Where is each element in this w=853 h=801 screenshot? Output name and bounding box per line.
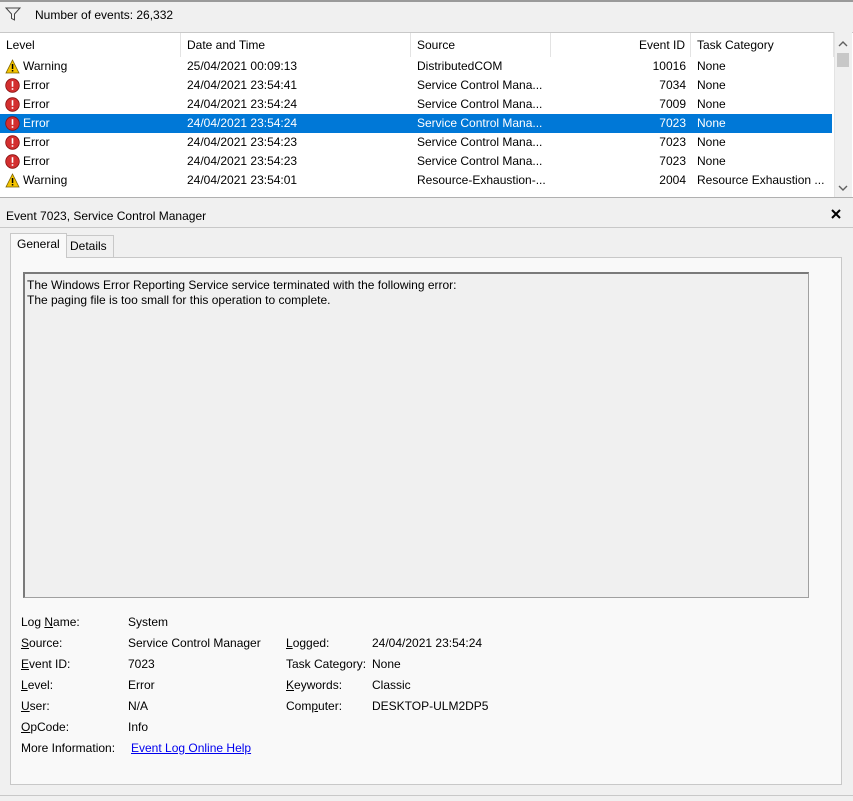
source-label: Source: (21, 636, 63, 650)
level-cell: Error (23, 135, 50, 149)
source-cell: Service Control Mana... (417, 116, 543, 130)
level-cell: Error (23, 154, 50, 168)
column-header-task-category[interactable]: Task Category (691, 33, 834, 57)
logged-label: Logged: (286, 636, 330, 650)
source-cell: Resource-Exhaustion-... (417, 173, 546, 187)
date-cell: 24/04/2021 23:54:24 (187, 97, 298, 111)
table-row[interactable]: Warning 24/04/2021 23:54:01 Resource-Exhau… (0, 171, 832, 190)
detail-title: Event 7023, Service Control Manager (6, 209, 207, 223)
tab-general[interactable]: General (10, 233, 67, 258)
warning-icon (5, 59, 20, 74)
level-cell: Warning (23, 59, 68, 73)
error-icon (5, 78, 20, 93)
level-label: Level: (21, 678, 54, 692)
column-header-source[interactable]: Source (411, 33, 551, 57)
scrollbar-thumb[interactable] (837, 53, 849, 67)
table-row[interactable]: Error 24/04/2021 23:54:24 Service Control … (0, 114, 832, 133)
log-name-value: System (128, 615, 169, 629)
event-id-cell: 7009 (659, 97, 686, 111)
event-description[interactable]: The Windows Error Reporting Service serv… (23, 272, 809, 598)
table-row[interactable]: Error 24/04/2021 23:54:23 Service Control … (0, 152, 832, 171)
computer-value: DESKTOP-ULM2DP5 (372, 699, 489, 713)
task-category-cell: None (697, 154, 726, 168)
task-category-cell: None (697, 135, 726, 149)
close-icon[interactable] (829, 207, 843, 221)
event-count-label: Number of events: 26,332 (35, 8, 174, 22)
event-id-cell: 7023 (659, 154, 686, 168)
column-header-date-time[interactable]: Date and Time (181, 33, 411, 57)
column-header-level[interactable]: Level (0, 33, 181, 57)
date-cell: 24/04/2021 23:54:41 (187, 78, 298, 92)
date-cell: 25/04/2021 00:09:13 (187, 59, 298, 73)
logged-value: 24/04/2021 23:54:24 (372, 636, 483, 650)
keywords-value: Classic (372, 678, 411, 692)
task-category-cell: Resource Exhaustion ... (697, 173, 825, 187)
table-row[interactable]: Error 24/04/2021 23:54:41 Service Control … (0, 76, 832, 95)
task-category-cell: None (697, 97, 726, 111)
keywords-label: Keywords: (286, 678, 343, 692)
more-info-label: More Information: (21, 741, 116, 755)
table-row[interactable]: Error 24/04/2021 23:54:24 Service Control … (0, 95, 832, 114)
date-cell: 24/04/2021 23:54:23 (187, 154, 298, 168)
events-table[interactable]: Level Date and Time Source Event ID Task… (0, 32, 853, 197)
status-bar (0, 795, 853, 801)
error-icon (5, 97, 20, 112)
level-cell: Error (23, 78, 50, 92)
level-value: Error (128, 678, 155, 692)
task-category-label: Task Category: (286, 657, 367, 671)
error-icon (5, 135, 20, 150)
source-cell: Service Control Mana... (417, 154, 543, 168)
source-cell: Service Control Mana... (417, 97, 543, 111)
pane-splitter[interactable] (0, 197, 853, 205)
warning-icon (5, 173, 20, 188)
user-label: User: (21, 699, 50, 713)
level-cell: Error (23, 116, 50, 130)
source-cell: DistributedCOM (417, 59, 503, 73)
task-category-value: None (372, 657, 401, 671)
level-cell: Error (23, 97, 50, 111)
task-category-cell: None (697, 116, 726, 130)
event-id-cell: 7023 (659, 116, 686, 130)
event-id-value: 7023 (128, 657, 155, 671)
date-cell: 24/04/2021 23:54:01 (187, 173, 298, 187)
table-row[interactable]: Error 24/04/2021 23:54:23 Service Control … (0, 133, 832, 152)
level-cell: Warning (23, 173, 68, 187)
source-value: Service Control Manager (128, 636, 261, 650)
scroll-down-icon[interactable] (834, 180, 852, 196)
error-icon (5, 116, 20, 131)
log-name-label: Log Name: (21, 615, 80, 629)
computer-label: Computer: (286, 699, 343, 713)
description-line: The Windows Error Reporting Service serv… (27, 278, 457, 292)
event-id-cell: 2004 (659, 173, 686, 187)
tab-details[interactable]: Details (63, 235, 114, 257)
event-id-label: Event ID: (21, 657, 71, 671)
description-line: The paging file is too small for this op… (27, 293, 331, 307)
error-icon (5, 154, 20, 169)
source-cell: Service Control Mana... (417, 78, 543, 92)
table-row[interactable]: Warning 25/04/2021 00:09:13 DistributedCOM… (0, 57, 832, 76)
column-header-event-id[interactable]: Event ID (551, 33, 691, 57)
source-cell: Service Control Mana... (417, 135, 543, 149)
opcode-label: OpCode: (21, 720, 70, 734)
event-log-online-help-link[interactable]: Event Log Online Help (131, 741, 251, 755)
opcode-value: Info (128, 720, 149, 734)
event-id-cell: 10016 (652, 59, 686, 73)
task-category-cell: None (697, 78, 726, 92)
filter-icon[interactable] (5, 7, 21, 21)
scroll-up-icon[interactable] (834, 36, 852, 52)
divider (0, 227, 853, 228)
date-cell: 24/04/2021 23:54:24 (187, 116, 298, 130)
user-value: N/A (128, 699, 149, 713)
event-id-cell: 7023 (659, 135, 686, 149)
event-id-cell: 7034 (659, 78, 686, 92)
task-category-cell: None (697, 59, 726, 73)
date-cell: 24/04/2021 23:54:23 (187, 135, 298, 149)
